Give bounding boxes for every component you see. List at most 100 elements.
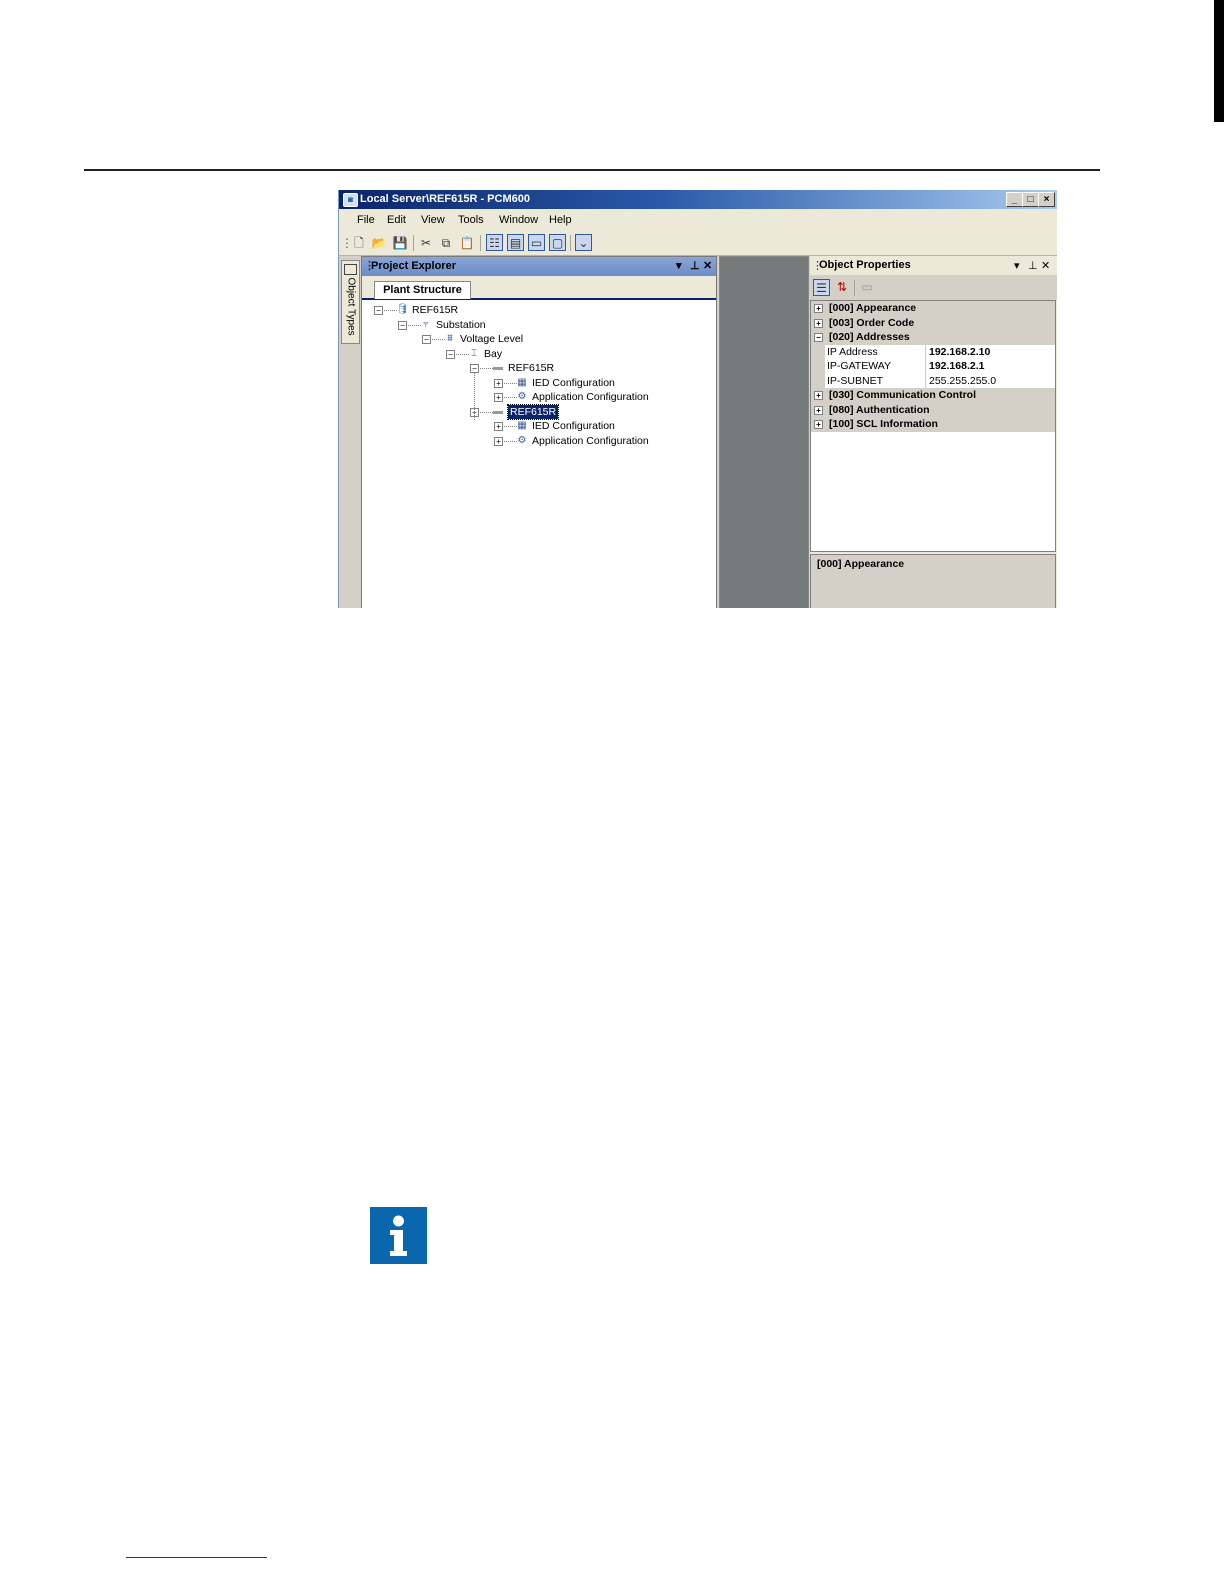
- collapse-icon[interactable]: −: [422, 335, 431, 344]
- property-value[interactable]: 192.168.2.1: [929, 359, 984, 374]
- toolbar-separator: [570, 235, 571, 251]
- expand-icon[interactable]: +: [814, 405, 823, 415]
- ied-configuration-icon: ▦: [517, 420, 527, 431]
- expand-icon[interactable]: +: [814, 318, 823, 328]
- menu-edit[interactable]: Edit: [387, 214, 406, 226]
- save-icon[interactable]: 💾: [392, 235, 408, 251]
- collapse-icon[interactable]: −: [374, 306, 383, 315]
- property-category[interactable]: + [003] Order Code: [811, 315, 1055, 330]
- title-bar[interactable]: ◙ Local Server\REF615R - PCM600 _ □ ×: [339, 190, 1057, 209]
- tree-node[interactable]: − ⌶ Bay: [362, 347, 716, 361]
- cut-icon[interactable]: ✂: [418, 235, 434, 251]
- database-icon: 🛢: [396, 304, 409, 315]
- property-value[interactable]: 255.255.255.0: [929, 374, 996, 389]
- tab-plant-structure[interactable]: Plant Structure: [374, 281, 471, 299]
- ied-icon: ▬: [493, 362, 503, 373]
- tree-node[interactable]: + ▦ IED Configuration: [362, 419, 716, 433]
- menu-file[interactable]: File: [357, 214, 375, 226]
- project-explorer-toggle-icon[interactable]: ☷: [486, 234, 503, 251]
- category-label: [020] Addresses: [829, 331, 910, 343]
- output-window-toggle-icon[interactable]: ▭: [528, 234, 545, 251]
- row-gutter: [811, 359, 825, 374]
- property-pages-icon[interactable]: ▭: [859, 279, 875, 295]
- property-value[interactable]: 192.168.2.10: [929, 345, 990, 360]
- application-configuration-icon: ⚙: [517, 391, 527, 402]
- tree-connector: [474, 372, 475, 420]
- expand-icon[interactable]: +: [814, 304, 823, 313]
- expand-icon[interactable]: +: [494, 393, 503, 402]
- object-types-tab[interactable]: Object Types: [341, 260, 360, 344]
- tree-node-label: Bay: [484, 347, 503, 360]
- object-properties-title: Object Properties: [819, 259, 911, 271]
- tree-node[interactable]: + ⚙ Application Configuration: [362, 390, 716, 404]
- layout-toggle-icon[interactable]: ▢: [549, 234, 566, 251]
- open-folder-icon[interactable]: 📂: [371, 235, 387, 251]
- menu-view[interactable]: View: [421, 214, 445, 226]
- panel-close-icon[interactable]: ✕: [1041, 259, 1050, 272]
- toolbar-grip-icon[interactable]: ⋮: [341, 235, 353, 251]
- property-category[interactable]: + [100] SCL Information: [811, 417, 1055, 432]
- object-properties-panel: ⋮ Object Properties ▾ ⊥ ✕ ☰ ⇅ ▭ + [000] A…: [810, 256, 1057, 608]
- header-rule: [84, 169, 1100, 171]
- property-row[interactable]: IP-SUBNET 255.255.255.0: [811, 373, 1055, 389]
- project-explorer-panel: ⋮ Project Explorer ▾ ⊥ ✕ Plant Structure…: [361, 256, 717, 608]
- object-properties-toggle-icon[interactable]: ▤: [507, 234, 524, 251]
- window-icon: [344, 264, 357, 275]
- collapse-icon[interactable]: −: [814, 333, 823, 342]
- minimize-button[interactable]: _: [1006, 192, 1023, 207]
- tree-node[interactable]: + ⚙ Application Configuration: [362, 434, 716, 448]
- info-icon: [370, 1207, 427, 1264]
- tree-node[interactable]: − ⩩ Voltage Level: [362, 332, 716, 346]
- tree-node[interactable]: − 🛢 REF615R: [362, 303, 716, 317]
- property-category[interactable]: − [020] Addresses: [811, 330, 1055, 345]
- menu-help[interactable]: Help: [549, 214, 572, 226]
- panel-menu-icon[interactable]: ▾: [676, 257, 682, 276]
- property-description-pane: [000] Appearance: [810, 554, 1056, 608]
- tree-node[interactable]: − ▬ REF615R: [362, 361, 716, 375]
- explorer-tab-strip: Plant Structure: [362, 276, 716, 300]
- panel-menu-icon[interactable]: ▾: [1014, 259, 1020, 272]
- tree-node-label: Substation: [436, 318, 486, 331]
- property-category[interactable]: + [000] Appearance: [811, 301, 1055, 316]
- maximize-button[interactable]: □: [1022, 192, 1039, 207]
- property-category[interactable]: + [030] Communication Control: [811, 388, 1055, 403]
- property-name: IP-GATEWAY: [827, 359, 926, 374]
- expand-icon[interactable]: +: [494, 422, 503, 431]
- row-gutter: [811, 344, 825, 359]
- expand-icon[interactable]: +: [494, 436, 503, 446]
- pin-icon[interactable]: ⊥: [690, 257, 700, 276]
- property-row[interactable]: IP-GATEWAY 192.168.2.1: [811, 359, 1055, 375]
- close-button[interactable]: ×: [1038, 192, 1055, 207]
- categorized-view-icon[interactable]: ☰: [813, 279, 830, 296]
- tree-node-label: Application Configuration: [532, 391, 649, 403]
- collapse-icon[interactable]: −: [398, 320, 407, 330]
- alphabetical-sort-icon[interactable]: ⇅: [834, 279, 850, 295]
- category-label: [100] SCL Information: [829, 418, 938, 430]
- expand-icon[interactable]: +: [814, 391, 823, 400]
- expand-icon[interactable]: +: [814, 420, 823, 429]
- pin-icon[interactable]: ⊥: [1028, 259, 1038, 272]
- category-label: [080] Authentication: [829, 403, 930, 416]
- collapse-icon[interactable]: −: [446, 349, 455, 359]
- auto-hide-strip: Object Types: [339, 256, 362, 608]
- property-category[interactable]: + [080] Authentication: [811, 402, 1055, 417]
- property-row[interactable]: IP Address 192.168.2.10: [811, 344, 1055, 360]
- window-title: Local Server\REF615R - PCM600: [360, 193, 530, 205]
- menu-window[interactable]: Window: [499, 214, 538, 226]
- project-explorer-header[interactable]: ⋮ Project Explorer ▾ ⊥ ✕: [362, 257, 716, 276]
- tree-node[interactable]: − ▬ REF615R: [362, 403, 716, 420]
- toolbar-separator: [413, 235, 414, 251]
- tree-node-label: REF615R: [508, 362, 555, 374]
- expand-icon[interactable]: +: [494, 378, 503, 388]
- dropdown-chevron-icon[interactable]: ⌄: [575, 234, 592, 251]
- toolbar-separator: [480, 235, 481, 251]
- panel-close-icon[interactable]: ✕: [703, 257, 712, 276]
- object-properties-header[interactable]: ⋮ Object Properties ▾ ⊥ ✕: [810, 256, 1057, 276]
- tree-node[interactable]: − ⫧ Substation: [362, 318, 716, 332]
- category-label: [003] Order Code: [829, 316, 915, 329]
- tree-node[interactable]: + ▦ IED Configuration: [362, 376, 716, 390]
- copy-icon[interactable]: ⧉: [438, 235, 454, 251]
- paste-icon[interactable]: 📋: [459, 235, 475, 251]
- new-file-icon[interactable]: 🗋: [351, 235, 367, 251]
- menu-tools[interactable]: Tools: [458, 214, 484, 226]
